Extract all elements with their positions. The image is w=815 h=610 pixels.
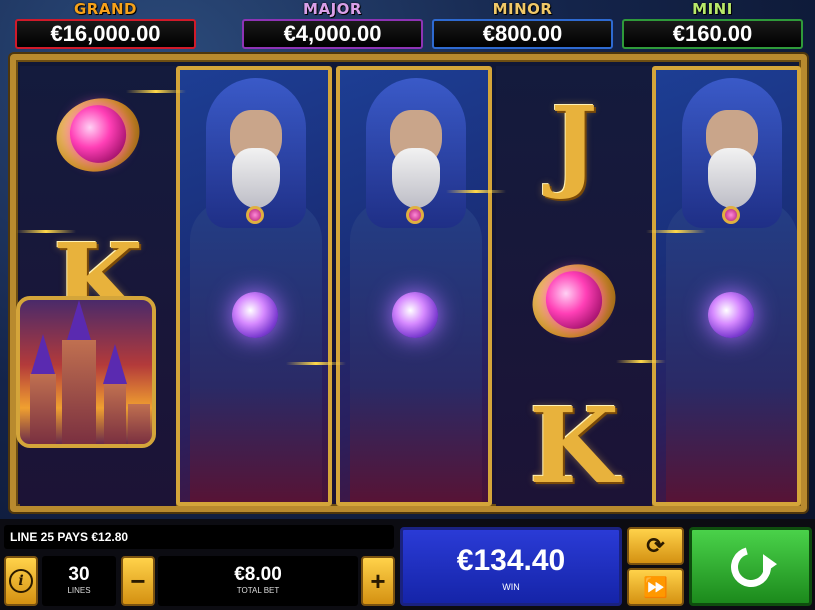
win-value: €134.40 — [456, 544, 566, 577]
wizard-icon — [340, 70, 488, 502]
reel-3 — [336, 66, 492, 506]
jackpot-minor-value: €800.00 — [432, 19, 613, 49]
jackpot-mini-value: €160.00 — [622, 19, 803, 49]
jackpot-major-value: €4,000.00 — [242, 19, 423, 49]
reel-2 — [176, 66, 332, 506]
win-display: €134.40 WIN — [400, 527, 622, 606]
win-label: WIN — [502, 582, 520, 592]
spin-button[interactable] — [689, 527, 812, 606]
lines-display: 30 LINES — [42, 556, 116, 606]
spin-icon — [723, 539, 778, 594]
jackpot-grand-value: €16,000.00 — [15, 19, 196, 49]
wizard-icon — [656, 70, 797, 502]
reel-4: J K — [496, 66, 652, 507]
jackpot-minor: MINOR €800.00 — [432, 0, 613, 50]
jackpot-grand: GRAND €16,000.00 — [15, 0, 196, 50]
turbo-button[interactable]: ⏩ — [627, 568, 684, 606]
letter-k-symbol: K — [528, 383, 620, 507]
jackpot-major: MAJOR €4,000.00 — [242, 0, 423, 50]
total-bet-value: €8.00 — [234, 564, 282, 585]
jackpot-grand-label: GRAND — [74, 0, 137, 18]
reel-5 — [652, 66, 801, 506]
lines-label: LINES — [67, 586, 91, 595]
jackpot-mini-label: MINI — [692, 0, 733, 18]
increase-bet-button[interactable]: + — [361, 556, 395, 606]
win-line-sparkle — [126, 90, 186, 93]
jackpot-mini: MINI €160.00 — [622, 0, 803, 50]
ring-icon — [522, 252, 626, 349]
win-line-sparkle — [286, 362, 346, 365]
info-icon: i — [9, 569, 33, 593]
letter-j-symbol: J — [550, 84, 598, 202]
autoplay-icon: ⟳ — [646, 533, 665, 558]
autoplay-button[interactable]: ⟳ — [627, 527, 684, 565]
win-line-sparkle — [446, 190, 506, 193]
ring-icon — [46, 86, 150, 183]
castle-icon — [16, 296, 156, 448]
line-pays-message: LINE 25 PAYS €12.80 — [4, 525, 394, 549]
win-line-sparkle — [16, 230, 76, 233]
decrease-bet-button[interactable]: − — [121, 556, 155, 606]
jackpot-minor-label: MINOR — [492, 0, 553, 18]
lines-value: 30 — [68, 564, 90, 585]
fast-forward-icon: ⏩ — [643, 576, 668, 599]
win-line-sparkle — [616, 360, 666, 363]
total-bet-label: TOTAL BET — [236, 586, 280, 595]
win-line-sparkle — [646, 230, 706, 233]
wizard-icon — [180, 70, 328, 502]
info-button[interactable]: i — [4, 556, 38, 606]
jackpot-major-label: MAJOR — [303, 0, 362, 18]
total-bet-display: €8.00 TOTAL BET — [158, 556, 358, 606]
